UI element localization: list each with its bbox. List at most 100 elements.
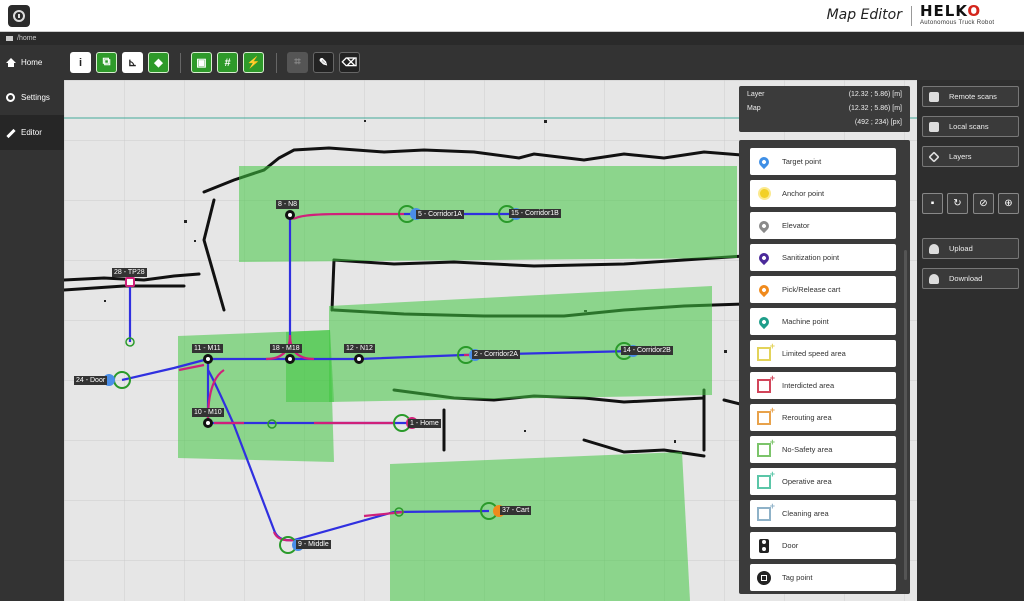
toolbar-divider bbox=[276, 53, 277, 73]
app-logo-icon[interactable] bbox=[8, 5, 30, 27]
crop-icon[interactable]: ⌗ bbox=[287, 52, 308, 73]
brand-logo: HELKO Autonomous Truck Robot bbox=[920, 3, 1012, 27]
pixel-coordinates: (492 ; 234) [px] bbox=[854, 119, 902, 126]
no-safety-area-icon bbox=[754, 437, 775, 460]
element-machine-point[interactable]: Machine point bbox=[750, 308, 896, 335]
element-label: Operative area bbox=[782, 477, 832, 486]
node-label[interactable]: 8 - N8 bbox=[276, 200, 300, 209]
breadcrumb-path[interactable]: /home bbox=[17, 35, 36, 42]
snap-icon[interactable]: ⚡ bbox=[243, 52, 264, 73]
node-label[interactable]: 9 - Middle bbox=[296, 540, 331, 549]
element-label: Target point bbox=[782, 157, 822, 166]
coordinates-panel: Layer (12.32 ; 5.86) [m] Map (12.32 ; 5.… bbox=[739, 86, 910, 132]
pencil-icon bbox=[6, 128, 16, 138]
layer-coordinates: (12.32 ; 5.86) [m] bbox=[848, 91, 902, 98]
node-label[interactable]: 24 - Door bbox=[74, 376, 108, 385]
element-label: Pick/Release cart bbox=[782, 285, 841, 294]
upload-button[interactable]: Upload bbox=[922, 238, 1019, 259]
element-door[interactable]: Door bbox=[750, 532, 896, 559]
element-rerouting-area[interactable]: Rerouting area bbox=[750, 404, 896, 431]
node-label[interactable]: 15 - Corridor1B bbox=[509, 209, 561, 218]
layers-label: Layers bbox=[949, 152, 972, 161]
rerouting-area-icon bbox=[754, 405, 775, 428]
element-target-point[interactable]: Target point bbox=[750, 148, 896, 175]
element-label: Rerouting area bbox=[782, 413, 832, 422]
sidebar-nav: Home Settings Editor bbox=[0, 45, 64, 601]
pencil-icon[interactable]: ✎ bbox=[313, 52, 334, 73]
operative-area-icon bbox=[754, 469, 775, 492]
sidebar-item-label: Home bbox=[21, 58, 43, 67]
refresh-icon[interactable]: ↻ bbox=[947, 193, 968, 214]
tag-point-icon bbox=[754, 568, 774, 588]
element-cleaning-area[interactable]: Cleaning area bbox=[750, 500, 896, 527]
element-label: Elevator bbox=[782, 221, 810, 230]
element-operative-area[interactable]: Operative area bbox=[750, 468, 896, 495]
element-anchor-point[interactable]: Anchor point bbox=[750, 180, 896, 207]
element-label: Cleaning area bbox=[782, 509, 829, 518]
local-scans-label: Local scans bbox=[949, 122, 989, 131]
sidebar-item-label: Settings bbox=[21, 93, 50, 102]
local-scans-icon bbox=[929, 121, 939, 132]
download-button[interactable]: Download bbox=[922, 268, 1019, 289]
elements-panel: Target point Anchor point Elevator Sanit… bbox=[739, 140, 910, 594]
remote-scans-icon bbox=[929, 91, 939, 102]
target-point-icon bbox=[754, 152, 774, 172]
sanitization-point-icon bbox=[754, 248, 774, 268]
local-scans-button[interactable]: Local scans bbox=[922, 116, 1019, 137]
element-sanitization-point[interactable]: Sanitization point bbox=[750, 244, 896, 271]
machine-point-icon bbox=[754, 312, 774, 332]
hide-icon[interactable]: ⊘ bbox=[973, 193, 994, 214]
sidebar-item-home[interactable]: Home bbox=[0, 45, 64, 80]
brand-name-o: O bbox=[967, 2, 982, 20]
element-elevator[interactable]: Elevator bbox=[750, 212, 896, 239]
center-icon[interactable]: ⊕ bbox=[998, 193, 1019, 214]
node-label[interactable]: 11 - M11 bbox=[192, 344, 223, 353]
sidebar-item-settings[interactable]: Settings bbox=[0, 80, 64, 115]
sidebar-item-editor[interactable]: Editor bbox=[0, 115, 64, 150]
element-label: Door bbox=[782, 541, 799, 550]
element-label: No-Safety area bbox=[782, 445, 833, 454]
map-label: Map bbox=[747, 105, 761, 112]
copy-icon[interactable]: ⧉ bbox=[96, 52, 117, 73]
elevator-icon bbox=[754, 216, 774, 236]
gear-icon bbox=[6, 92, 16, 103]
node-label[interactable]: 2 - Corridor2A bbox=[472, 350, 520, 359]
info-icon[interactable]: i bbox=[70, 52, 91, 73]
node-label[interactable]: 18 - M18 bbox=[270, 344, 302, 353]
element-pick-release-cart[interactable]: Pick/Release cart bbox=[750, 276, 896, 303]
element-no-safety-area[interactable]: No-Safety area bbox=[750, 436, 896, 463]
download-label: Download bbox=[949, 274, 983, 283]
node-label[interactable]: 14 - Corridor2B bbox=[621, 346, 673, 355]
remote-scans-button[interactable]: Remote scans bbox=[922, 86, 1019, 107]
node-label[interactable]: 28 - TP28 bbox=[112, 268, 147, 277]
interdicted-area-icon bbox=[754, 373, 775, 396]
element-interdicted-area[interactable]: Interdicted area bbox=[750, 372, 896, 399]
grid-icon[interactable]: # bbox=[217, 52, 238, 73]
node-label[interactable]: 10 - M10 bbox=[192, 408, 224, 417]
app-header: Map Editor HELKO Autonomous Truck Robot bbox=[0, 0, 1024, 32]
layers-icon bbox=[928, 150, 940, 163]
element-label: Machine point bbox=[782, 317, 829, 326]
tag-icon[interactable]: ◆ bbox=[148, 52, 169, 73]
breadcrumb: /home bbox=[0, 32, 1024, 45]
panel-scrollbar[interactable] bbox=[904, 250, 907, 580]
remote-scans-label: Remote scans bbox=[949, 92, 997, 101]
layer-label: Layer bbox=[747, 91, 765, 98]
node-label[interactable]: 37 - Cart bbox=[500, 506, 532, 515]
node-label[interactable]: 12 - N12 bbox=[344, 344, 375, 353]
layers-button[interactable]: Layers bbox=[922, 146, 1019, 167]
pick-release-cart-icon bbox=[754, 280, 774, 300]
node-label[interactable]: 1 - Home bbox=[408, 419, 441, 428]
element-label: Sanitization point bbox=[782, 253, 840, 262]
element-label: Anchor point bbox=[782, 189, 825, 198]
node-label[interactable]: 5 - Corridor1A bbox=[416, 210, 464, 219]
save-icon[interactable]: ▪ bbox=[922, 193, 943, 214]
element-tag-point[interactable]: Tag point bbox=[750, 564, 896, 591]
element-limited-speed-area[interactable]: Limited speed area bbox=[750, 340, 896, 367]
lock-icon[interactable]: ▣ bbox=[191, 52, 212, 73]
ruler-icon[interactable]: ⊾ bbox=[122, 52, 143, 73]
limited-speed-area-icon bbox=[754, 341, 775, 364]
element-label: Interdicted area bbox=[782, 381, 835, 390]
eraser-icon[interactable]: ⌫ bbox=[339, 52, 360, 73]
cleaning-area-icon bbox=[754, 501, 775, 524]
